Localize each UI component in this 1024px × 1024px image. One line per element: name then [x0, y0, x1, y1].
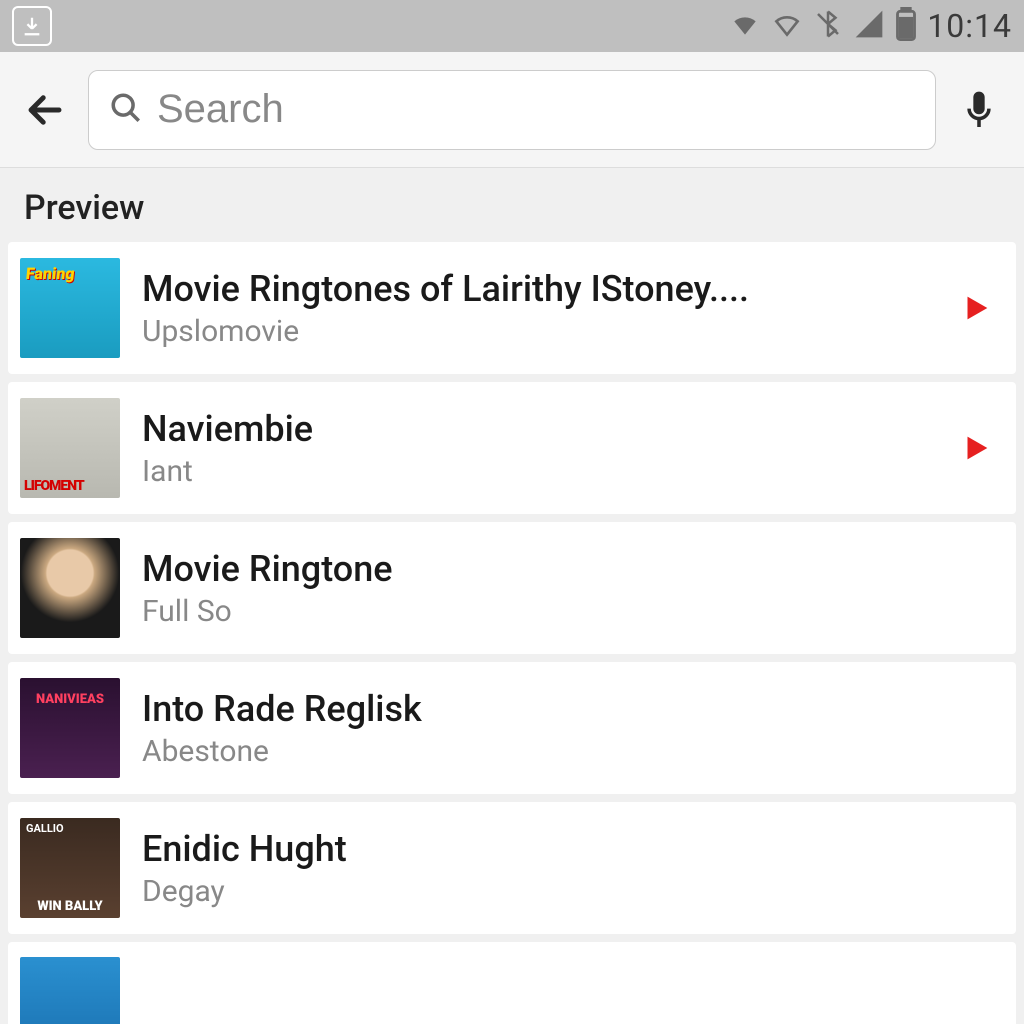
wifi-outline-icon — [771, 8, 803, 44]
item-subtitle: Abestone — [142, 734, 996, 769]
results-list: Movie Ringtones of Lairithy IStoney.... … — [0, 242, 1024, 1024]
item-subtitle: Degay — [142, 874, 996, 909]
thumbnail — [20, 398, 120, 498]
search-icon — [109, 91, 143, 129]
item-title: Movie Ringtones of Lairithy IStoney.... — [142, 268, 934, 310]
item-subtitle: Full So — [142, 594, 996, 629]
search-input[interactable] — [157, 87, 915, 132]
wifi-icon — [729, 8, 761, 44]
item-title: Into Rade Reglisk — [142, 688, 996, 730]
search-box[interactable] — [88, 70, 936, 150]
search-header — [0, 52, 1024, 168]
list-item[interactable] — [8, 942, 1016, 1024]
item-title: Enidic Hught — [142, 828, 996, 870]
thumbnail — [20, 538, 120, 638]
thumbnail — [20, 957, 120, 1024]
voice-search-button[interactable] — [954, 85, 1004, 135]
item-title: Movie Ringtone — [142, 548, 996, 590]
list-item[interactable]: Movie Ringtone Full So — [8, 522, 1016, 654]
list-item[interactable]: Movie Ringtones of Lairithy IStoney.... … — [8, 242, 1016, 374]
status-bar: 10:14 — [0, 0, 1024, 52]
thumbnail — [20, 678, 120, 778]
download-icon — [12, 6, 52, 46]
item-subtitle: Iant — [142, 454, 934, 489]
battery-icon — [895, 7, 917, 45]
status-time: 10:14 — [927, 7, 1012, 45]
thumbnail — [20, 818, 120, 918]
list-item[interactable]: Enidic Hught Degay — [8, 802, 1016, 934]
item-title: Naviembie — [142, 408, 934, 450]
list-item[interactable]: Into Rade Reglisk Abestone — [8, 662, 1016, 794]
back-button[interactable] — [20, 85, 70, 135]
play-button[interactable] — [956, 288, 996, 328]
signal-icon — [853, 8, 885, 44]
section-header: Preview — [0, 168, 1024, 242]
item-subtitle: Upslomovie — [142, 314, 934, 349]
play-button[interactable] — [956, 428, 996, 468]
list-item[interactable]: Naviembie Iant — [8, 382, 1016, 514]
bluetooth-off-icon — [813, 9, 843, 43]
thumbnail — [20, 258, 120, 358]
